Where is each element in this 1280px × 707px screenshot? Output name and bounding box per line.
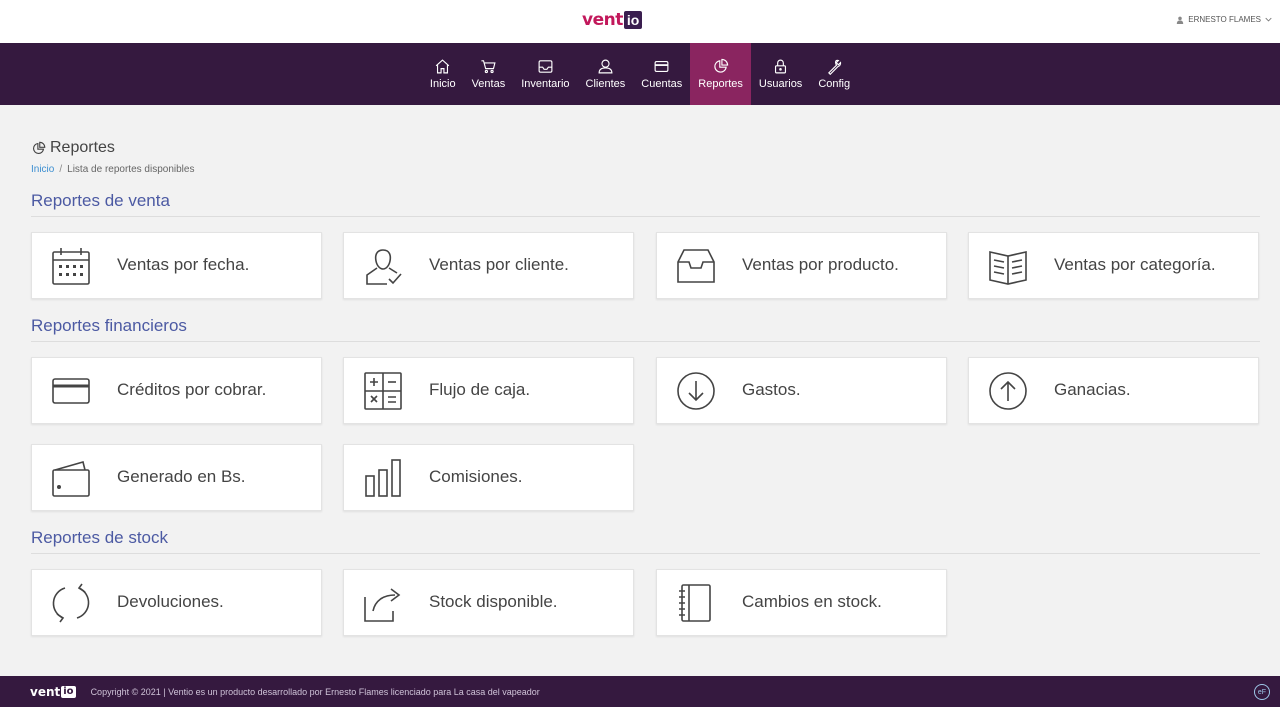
refresh-icon: [52, 583, 90, 623]
report-card-creditos[interactable]: Créditos por cobrar.: [31, 357, 322, 424]
logo-box: io: [623, 11, 643, 29]
user-check-icon: [366, 249, 402, 285]
report-card-cambios-stock[interactable]: Cambios en stock.: [656, 569, 947, 636]
breadcrumb-home-link[interactable]: Inicio: [31, 164, 54, 175]
inbox-icon: [538, 60, 553, 73]
card-label: Ventas por producto.: [742, 255, 899, 274]
footer-logo-text: vent: [30, 684, 61, 699]
nav-label: Cuentas: [641, 78, 683, 90]
card-label: Ganacias.: [1054, 380, 1131, 399]
section-title-financieros: Reportes financieros: [31, 316, 1260, 342]
pie-chart-icon: [714, 58, 729, 73]
breadcrumb: Inicio / Lista de reportes disponibles: [31, 164, 194, 175]
page-title: Reportes: [31, 139, 115, 157]
notebook-icon: [679, 584, 711, 622]
bar-chart-icon: [365, 459, 401, 497]
calendar-icon: [52, 248, 90, 285]
main-content: Reportes Inicio / Lista de reportes dispon…: [0, 105, 1280, 676]
brand-logo[interactable]: vent io: [582, 10, 643, 30]
footer-logo-box: io: [61, 685, 76, 698]
logo-text: vent: [582, 10, 623, 30]
arrow-down-circle-icon: [677, 372, 715, 410]
wallet-icon: [52, 461, 90, 497]
wrench-icon: [827, 59, 841, 75]
section-title-stock: Reportes de stock: [31, 528, 1260, 554]
nav-label: Config: [818, 78, 851, 90]
nav-label: Ventas: [471, 78, 506, 90]
card-label: Generado en Bs.: [117, 467, 246, 486]
footer-logo: vent io: [30, 685, 76, 699]
pie-chart-icon: [32, 141, 46, 154]
developer-badge[interactable]: eF: [1254, 684, 1270, 700]
nav-ventas[interactable]: Ventas: [464, 43, 514, 105]
card-label: Devoluciones.: [117, 592, 224, 611]
book-icon: [989, 251, 1027, 285]
user-icon: [598, 59, 613, 74]
credit-card-icon: [654, 60, 669, 73]
inbox-icon: [677, 249, 715, 283]
user-name: ERNESTO FLAMES: [1188, 15, 1261, 24]
nav-usuarios[interactable]: Usuarios: [751, 43, 810, 105]
report-card-ventas-fecha[interactable]: Ventas por fecha.: [31, 232, 322, 299]
chevron-down-icon: [1265, 17, 1272, 22]
section-title-venta: Reportes de venta: [31, 191, 1260, 217]
report-card-comisiones[interactable]: Comisiones.: [343, 444, 634, 511]
report-card-ventas-cliente[interactable]: Ventas por cliente.: [343, 232, 634, 299]
card-label: Gastos.: [742, 380, 801, 399]
card-label: Créditos por cobrar.: [117, 380, 267, 399]
card-label: Flujo de caja.: [429, 380, 531, 399]
credit-card-icon: [52, 378, 90, 404]
cart-icon: [481, 60, 496, 74]
report-card-gastos[interactable]: Gastos.: [656, 357, 947, 424]
top-bar: vent io ERNESTO FLAMES: [0, 0, 1280, 43]
nav-label: Inventario: [521, 78, 570, 90]
card-label: Ventas por fecha.: [117, 255, 250, 274]
nav-inicio[interactable]: Inicio: [422, 43, 464, 105]
share-icon: [364, 588, 401, 622]
nav-label: Clientes: [585, 78, 626, 90]
card-label: Comisiones.: [429, 467, 523, 486]
page-title-text: Reportes: [50, 139, 115, 156]
breadcrumb-current: Lista de reportes disponibles: [67, 164, 195, 175]
main-nav: Inicio Ventas Inventario Clientes Cuenta…: [0, 43, 1280, 105]
nav-clientes[interactable]: Clientes: [578, 43, 634, 105]
report-card-stock-disponible[interactable]: Stock disponible.: [343, 569, 634, 636]
footer: vent io Copyright © 2021 | Ventio es un p…: [0, 676, 1280, 707]
nav-reportes[interactable]: Reportes: [690, 43, 751, 105]
nav-label: Reportes: [698, 78, 743, 90]
report-card-flujo-caja[interactable]: Flujo de caja.: [343, 357, 634, 424]
nav-cuentas[interactable]: Cuentas: [633, 43, 690, 105]
arrow-up-circle-icon: [989, 372, 1027, 410]
card-label: Cambios en stock.: [742, 592, 882, 611]
report-card-generado-bs[interactable]: Generado en Bs.: [31, 444, 322, 511]
footer-copyright: Copyright © 2021 | Ventio es un producto…: [90, 686, 540, 697]
home-icon: [435, 59, 450, 74]
user-menu[interactable]: ERNESTO FLAMES: [1176, 15, 1272, 24]
nav-inventario[interactable]: Inventario: [513, 43, 577, 105]
nav-config[interactable]: Config: [810, 43, 858, 105]
card-label: Ventas por cliente.: [429, 255, 569, 274]
card-label: Stock disponible.: [429, 592, 558, 611]
nav-label: Inicio: [429, 78, 456, 90]
report-card-ventas-producto[interactable]: Ventas por producto.: [656, 232, 947, 299]
card-label: Ventas por categoría.: [1054, 255, 1216, 274]
breadcrumb-separator: /: [59, 164, 63, 175]
report-card-ganancias[interactable]: Ganacias.: [968, 357, 1259, 424]
calculator-icon: [364, 372, 402, 410]
lock-icon: [775, 59, 787, 74]
report-card-ventas-categoria[interactable]: Ventas por categoría.: [968, 232, 1259, 299]
user-icon: [1177, 16, 1184, 24]
report-card-devoluciones[interactable]: Devoluciones.: [31, 569, 322, 636]
nav-label: Usuarios: [758, 78, 803, 90]
